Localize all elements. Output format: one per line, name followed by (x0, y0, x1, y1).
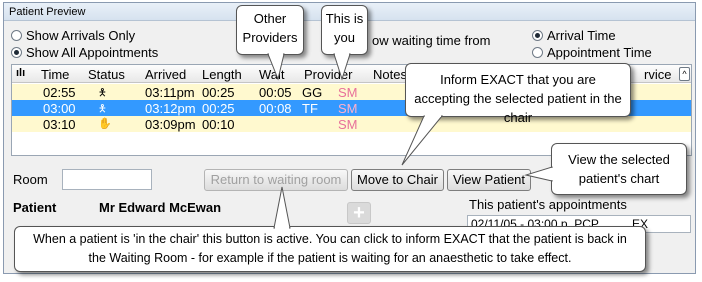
cell-length: 00:25 (202, 85, 235, 100)
appointment-time-radio[interactable]: Appointment Time (532, 45, 652, 60)
column-notes[interactable]: Notes (373, 67, 407, 82)
radio-circle-selected (532, 30, 543, 41)
column-service[interactable]: rvice (644, 67, 671, 82)
column-length[interactable]: Length (202, 67, 242, 82)
cell-arrived: 03:09pm (145, 117, 196, 132)
cell-length: 00:25 (202, 101, 235, 116)
callout-other-providers: Other Providers (236, 5, 304, 55)
view-patient-button[interactable]: View Patient (447, 169, 531, 191)
appointments-label: This patient's appointments (469, 197, 627, 212)
arrival-time-label: Arrival Time (547, 28, 616, 43)
cell-arrived: 03:12pm (145, 101, 196, 116)
show-arrivals-only-radio[interactable]: Show Arrivals Only (11, 28, 135, 43)
cell-time: 02:55 (43, 85, 76, 100)
room-label: Room (13, 172, 48, 187)
cell-provider: GG (302, 85, 323, 100)
callout-this-is-you-text: This is you (325, 11, 364, 45)
show-all-appointments-label: Show All Appointments (26, 45, 159, 60)
callout-pointer (267, 53, 285, 81)
callout-waiting-room-note-text: When a patient is 'in the chair' this bu… (33, 232, 627, 265)
radio-circle-selected (11, 47, 22, 58)
appointment-time-label: Appointment Time (547, 45, 652, 60)
callout-inform-exact: Inform EXACT that you are accepting the … (405, 63, 631, 125)
sort-chart-icon[interactable]: ılı (16, 67, 25, 79)
scroll-up-button[interactable]: ^ (679, 67, 690, 81)
callout-pointer (524, 166, 553, 182)
callout-view-chart-text: View the selected patient's chart (568, 152, 670, 186)
move-to-chair-button[interactable]: Move to Chair (351, 169, 444, 191)
waiting-time-text: ow waiting time from (372, 33, 491, 48)
callout-this-is-you: This is you (321, 5, 368, 55)
cell-wait: 00:05 (259, 85, 292, 100)
room-input[interactable] (62, 169, 152, 190)
hand-icon: ✋ (98, 118, 112, 130)
cell-provider: TF (302, 101, 318, 116)
cell-time: 03:00 (43, 101, 76, 116)
add-icon[interactable]: + (347, 202, 371, 224)
callout-waiting-room-note: When a patient is 'in the chair' this bu… (14, 226, 646, 272)
cell-wait: 00:08 (259, 101, 292, 116)
show-all-appointments-radio[interactable]: Show All Appointments (11, 45, 158, 60)
table-row[interactable]: 03:10 ✋ 03:09pm 00:10 SM (12, 116, 691, 132)
radio-circle (11, 30, 22, 41)
arrival-time-radio[interactable]: Arrival Time (532, 28, 616, 43)
cell-arrived: 03:11pm (145, 85, 195, 100)
cell-provider-you: SM (338, 101, 358, 116)
show-arrivals-only-label: Show Arrivals Only (26, 28, 136, 43)
callout-view-chart: View the selected patient's chart (551, 143, 687, 195)
column-time[interactable]: Time (41, 67, 69, 82)
cell-time: 03:10 (43, 117, 76, 132)
patient-label: Patient (13, 200, 57, 215)
cell-provider-you: SM (338, 85, 358, 100)
cell-length: 00:10 (202, 117, 235, 132)
patient-name: Mr Edward McEwan (99, 200, 222, 215)
callout-pointer (333, 53, 351, 81)
column-arrived[interactable]: Arrived (145, 67, 186, 82)
waiting-time-label: ow waiting time from (372, 33, 490, 48)
column-status[interactable]: Status (88, 67, 125, 82)
callout-pointer (401, 115, 444, 166)
cell-provider-you: SM (338, 117, 358, 132)
callout-other-providers-text: Other Providers (242, 11, 298, 45)
callout-pointer (273, 186, 291, 229)
radio-circle (532, 47, 543, 58)
